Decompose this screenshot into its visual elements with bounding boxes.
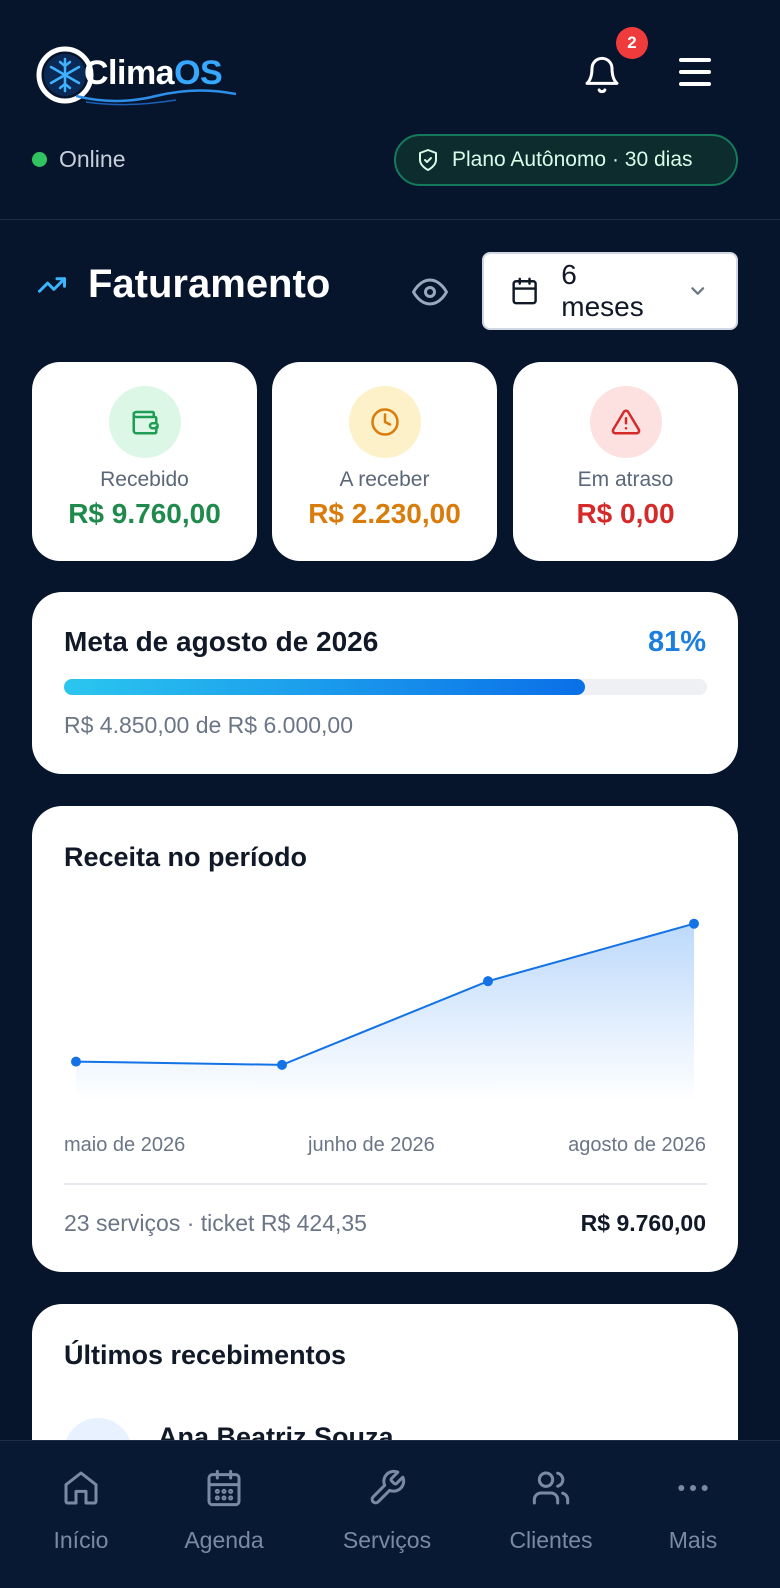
kpi-value: R$ 9.760,00 xyxy=(68,498,221,529)
kpi-icon-wrap xyxy=(589,386,662,458)
more-icon xyxy=(678,1485,708,1491)
kpi-card-received[interactable]: Recebido R$ 9.760,00 xyxy=(32,362,257,561)
services-summary: 23 serviços · ticket R$ 424,35 xyxy=(64,1210,367,1236)
kpi-label: A receber xyxy=(339,468,430,491)
goal-progress-fill xyxy=(64,679,585,695)
nav-item-inicio[interactable]: Início xyxy=(40,1465,122,1554)
connection-status: Online xyxy=(32,146,125,173)
nav-item-servicos[interactable]: Serviços xyxy=(334,1465,440,1554)
kpi-icon-wrap xyxy=(108,386,181,458)
wave-decoration-icon xyxy=(76,89,236,106)
x-tick-label: agosto de 2026 xyxy=(568,1134,706,1156)
x-tick-label: maio de 2026 xyxy=(64,1134,186,1156)
bell-icon xyxy=(585,56,619,94)
goal-detail: R$ 4.850,00 de R$ 6.000,00 xyxy=(64,712,354,738)
goal-progress-track xyxy=(64,679,707,695)
nav-item-agenda[interactable]: Agenda xyxy=(176,1465,272,1554)
alert-triangle-icon xyxy=(611,409,640,435)
clock-icon xyxy=(370,408,399,436)
plan-badge[interactable]: Plano Autônomo · 30 dias xyxy=(394,134,738,186)
bottom-navigation: Início Agenda Serviços Clientes Mais xyxy=(0,1440,780,1588)
wrench-icon xyxy=(370,1469,406,1505)
nav-item-mais[interactable]: Mais xyxy=(660,1465,726,1554)
recent-title: Últimos recebimentos xyxy=(64,1340,347,1370)
revenue-data-point[interactable] xyxy=(71,1056,81,1067)
shield-check-icon xyxy=(419,149,437,171)
nav-label: Clientes xyxy=(509,1527,593,1553)
divider xyxy=(64,1183,707,1185)
revenue-data-point[interactable] xyxy=(689,918,699,929)
revenue-data-point[interactable] xyxy=(277,1059,287,1070)
trending-up-icon xyxy=(38,276,66,293)
kpi-label: Em atraso xyxy=(577,468,674,491)
revenue-title: Receita no período xyxy=(64,842,308,872)
hamburger-menu-button[interactable] xyxy=(676,58,714,92)
goal-percent: 81% xyxy=(647,626,706,658)
online-dot xyxy=(32,152,47,167)
plan-badge-label: Plano Autônomo · 30 dias xyxy=(452,148,693,171)
nav-label: Agenda xyxy=(184,1527,264,1553)
revenue-area-chart xyxy=(71,918,699,1101)
calendar-icon xyxy=(207,1469,241,1507)
nav-item-clientes[interactable]: Clientes xyxy=(502,1465,600,1554)
kpi-card-overdue[interactable]: Em atraso R$ 0,00 xyxy=(513,362,738,561)
nav-label: Início xyxy=(53,1527,109,1553)
climaos-logo[interactable]: ClimaOS xyxy=(36,44,236,106)
notifications-button[interactable] xyxy=(582,54,622,96)
menu-line xyxy=(679,82,711,86)
status-label: Online xyxy=(59,146,126,172)
menu-line xyxy=(679,58,711,62)
goal-title: Meta de agosto de 2026 xyxy=(64,626,379,657)
eye-icon xyxy=(412,278,448,306)
kpi-value: R$ 0,00 xyxy=(576,498,675,529)
kpi-icon-wrap xyxy=(348,386,421,458)
app-header: ClimaOS 2 Online Plano Autônomo · 30 dia… xyxy=(0,0,780,220)
revenue-total: R$ 9.760,00 xyxy=(580,1210,706,1236)
revenue-data-point[interactable] xyxy=(483,976,493,987)
home-icon xyxy=(64,1471,98,1505)
toggle-visibility-button[interactable] xyxy=(410,274,450,310)
revenue-chart-card: Receita no período maio de 2026 junho de… xyxy=(32,806,738,1272)
page-title: Faturamento xyxy=(88,262,331,306)
kpi-label: Recebido xyxy=(100,468,189,491)
x-tick-label: junho de 2026 xyxy=(308,1134,435,1156)
calendar-icon xyxy=(512,277,537,305)
nav-label: Mais xyxy=(668,1527,718,1553)
period-select[interactable]: 6 meses xyxy=(482,252,738,330)
wallet-icon xyxy=(132,410,159,435)
users-icon xyxy=(532,1471,570,1505)
monthly-goal-card[interactable]: Meta de agosto de 2026 81% R$ 4.850,00 d… xyxy=(32,592,738,774)
menu-line xyxy=(679,70,711,74)
chevron-down-icon xyxy=(690,287,704,295)
kpi-card-receivable[interactable]: A receber R$ 2.230,00 xyxy=(272,362,497,561)
nav-label: Serviços xyxy=(342,1527,432,1553)
kpi-value: R$ 2.230,00 xyxy=(308,498,461,529)
period-select-value: 6 meses xyxy=(561,259,644,322)
section-header: Faturamento xyxy=(32,262,330,307)
notification-count-badge: 2 xyxy=(616,27,648,59)
